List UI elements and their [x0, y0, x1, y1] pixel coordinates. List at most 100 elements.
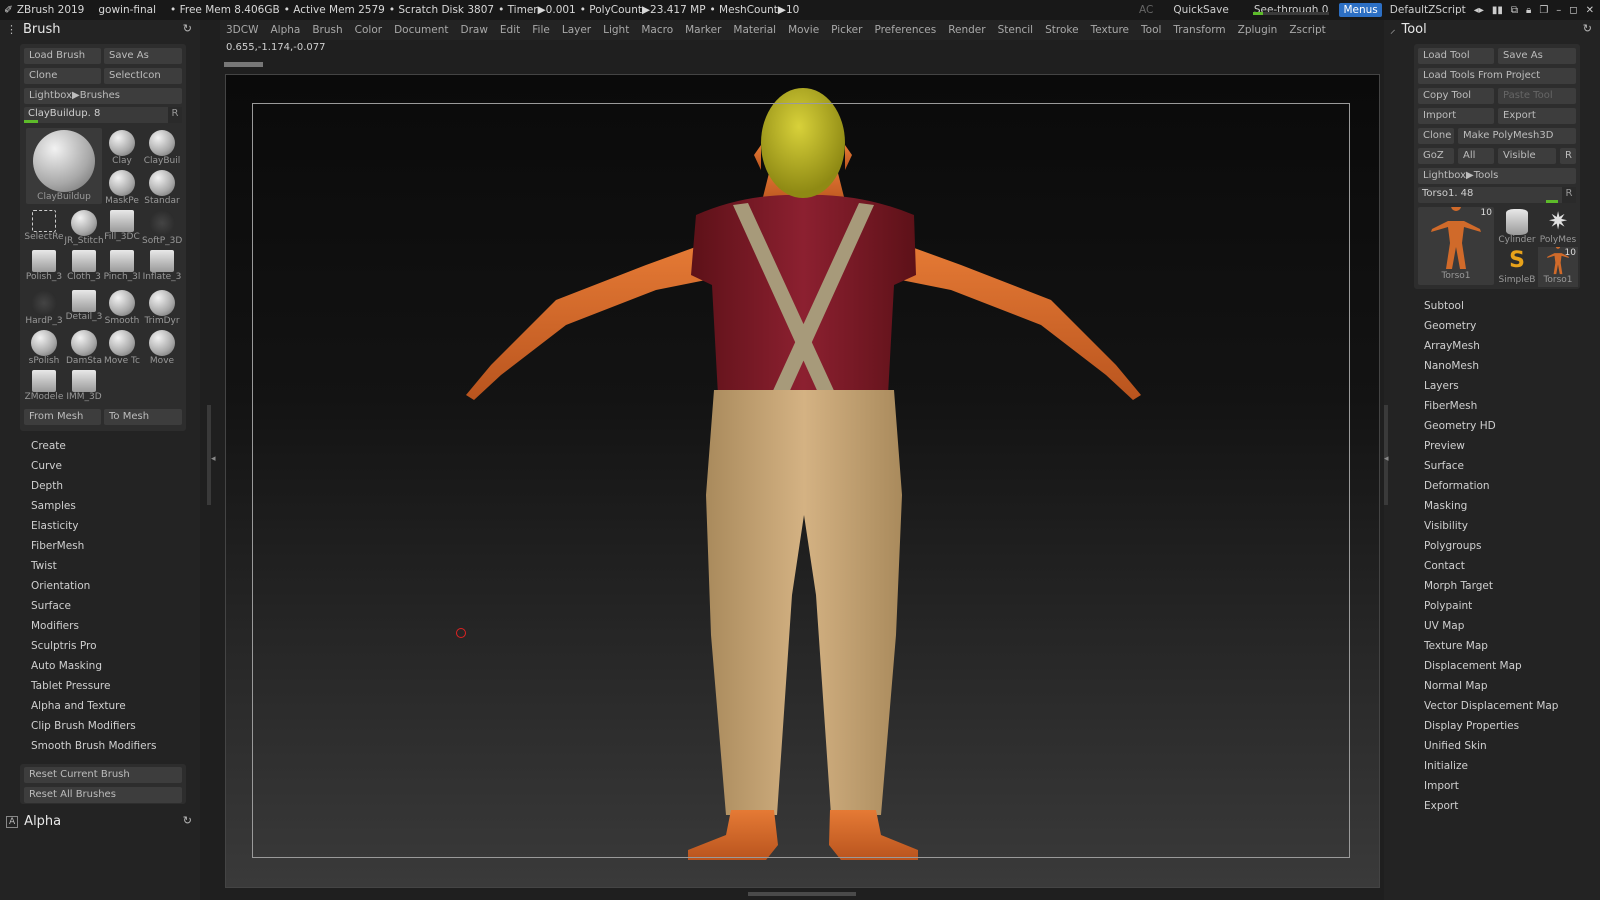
tool-menu-export-25[interactable]: Export	[1424, 800, 1458, 812]
tool-thumb-torso-small[interactable]: Torso1 10	[1538, 247, 1578, 287]
select-icon-button[interactable]: SelectIcon	[104, 68, 182, 84]
brush-menu-fibermesh[interactable]: FiberMesh	[31, 540, 84, 552]
tool-menu-normal-map-19[interactable]: Normal Map	[1424, 680, 1488, 692]
tool-menu-fibermesh-5[interactable]: FiberMesh	[1424, 400, 1477, 412]
tool-menu-geometry-1[interactable]: Geometry	[1424, 320, 1476, 332]
brush-thumb-2[interactable]: MaskPe	[102, 168, 142, 208]
tool-menu-morph-target-14[interactable]: Morph Target	[1424, 580, 1493, 592]
brush-thumb-4[interactable]: SelectRe	[24, 208, 64, 248]
brush-menu-orientation[interactable]: Orientation	[31, 580, 90, 592]
brush-thumb-11[interactable]: Inflate_3	[142, 248, 182, 288]
default-zscript-button[interactable]: DefaultZScript	[1390, 4, 1466, 16]
to-mesh-button[interactable]: To Mesh	[104, 409, 182, 425]
menu-picker[interactable]: Picker	[825, 24, 868, 36]
see-through-slider[interactable]: See-through 0	[1251, 4, 1332, 16]
tool-menu-layers-4[interactable]: Layers	[1424, 380, 1459, 392]
brush-menu-auto-masking[interactable]: Auto Masking	[31, 660, 102, 672]
brush-palette-header[interactable]: ⋮ Brush ↻	[0, 20, 200, 39]
load-tool-button[interactable]: Load Tool	[1418, 48, 1494, 64]
brush-menu-create[interactable]: Create	[31, 440, 66, 452]
menu-material[interactable]: Material	[727, 24, 782, 36]
tool-menu-displacement-map-18[interactable]: Displacement Map	[1424, 660, 1522, 672]
menu-document[interactable]: Document	[388, 24, 454, 36]
brush-thumb-7[interactable]: SoftP_3D	[142, 208, 182, 248]
brush-thumb-6[interactable]: Fill_3DC	[102, 208, 142, 248]
layout-arrows-icon[interactable]: ◂▸	[1474, 5, 1484, 16]
reset-current-brush-button[interactable]: Reset Current Brush	[24, 767, 182, 783]
quicksave-button[interactable]: QuickSave	[1173, 4, 1228, 16]
current-brush-thumb[interactable]: ClayBuildup	[26, 128, 102, 204]
goz-all-button[interactable]: All	[1458, 148, 1494, 164]
menu-zscript[interactable]: Zscript	[1283, 24, 1331, 36]
load-brush-button[interactable]: Load Brush	[24, 48, 101, 64]
brush-thumb-0[interactable]: Clay	[102, 128, 142, 168]
tool-menu-geometry-hd-6[interactable]: Geometry HD	[1424, 420, 1496, 432]
tool-menu-vector-displacement-map-20[interactable]: Vector Displacement Map	[1424, 700, 1558, 712]
brush-menu-smooth-brush-modifiers[interactable]: Smooth Brush Modifiers	[31, 740, 156, 752]
brush-menu-sculptris-pro[interactable]: Sculptris Pro	[31, 640, 97, 652]
brush-menu-samples[interactable]: Samples	[31, 500, 76, 512]
brush-thumb-3[interactable]: Standar	[142, 168, 182, 208]
tool-export-button[interactable]: Export	[1498, 108, 1576, 124]
brush-clone-button[interactable]: Clone	[24, 68, 101, 84]
tool-menu-masking-10[interactable]: Masking	[1424, 500, 1467, 512]
brush-menu-modifiers[interactable]: Modifiers	[31, 620, 79, 632]
brush-thumb-16[interactable]: sPolish	[24, 328, 64, 368]
menu-layer[interactable]: Layer	[556, 24, 597, 36]
bottom-tray-handle[interactable]	[748, 892, 856, 896]
tool-slider[interactable]: Torso1. 48 R	[1418, 187, 1576, 203]
load-tools-from-project-button[interactable]: Load Tools From Project	[1418, 68, 1576, 84]
brush-thumb-18[interactable]: Move Tc	[102, 328, 142, 368]
brush-thumb-13[interactable]: Detail_3	[64, 288, 104, 328]
alpha-refresh-icon[interactable]: ↻	[183, 814, 192, 827]
lightbox-brushes-button[interactable]: Lightbox▶Brushes	[24, 88, 182, 104]
brush-menu-alpha-and-texture[interactable]: Alpha and Texture	[31, 700, 126, 712]
tool-menu-initialize-23[interactable]: Initialize	[1424, 760, 1468, 772]
window-split-icon[interactable]: ⧉	[1511, 5, 1518, 16]
menu-stroke[interactable]: Stroke	[1039, 24, 1084, 36]
brush-thumb-5[interactable]: JR_Stitch	[64, 208, 104, 248]
refresh-icon[interactable]: ↻	[183, 22, 192, 35]
menu-light[interactable]: Light	[597, 24, 635, 36]
tool-save-as-button[interactable]: Save As	[1498, 48, 1576, 64]
brush-menu-tablet-pressure[interactable]: Tablet Pressure	[31, 680, 110, 692]
tool-menu-unified-skin-22[interactable]: Unified Skin	[1424, 740, 1487, 752]
tool-menu-nanomesh-3[interactable]: NanoMesh	[1424, 360, 1479, 372]
brush-thumb-21[interactable]: IMM_3D	[64, 368, 104, 408]
brush-thumb-19[interactable]: Move	[142, 328, 182, 368]
menus-toggle-button[interactable]: Menus	[1339, 3, 1382, 17]
tool-menu-display-properties-21[interactable]: Display Properties	[1424, 720, 1519, 732]
brush-thumb-15[interactable]: TrimDyr	[142, 288, 182, 328]
menu-color[interactable]: Color	[349, 24, 388, 36]
tool-thumb-polymesh[interactable]: ✷ PolyMes	[1538, 207, 1578, 247]
left-collapse-arrow-icon[interactable]: ◂	[211, 454, 216, 464]
menu-zplugin[interactable]: Zplugin	[1232, 24, 1284, 36]
tool-menu-surface-8[interactable]: Surface	[1424, 460, 1464, 472]
menu-file[interactable]: File	[526, 24, 556, 36]
menu-render[interactable]: Render	[942, 24, 991, 36]
from-mesh-button[interactable]: From Mesh	[24, 409, 101, 425]
menu-brush[interactable]: Brush	[306, 24, 348, 36]
restore-icon[interactable]: ❐	[1539, 5, 1548, 16]
brush-menu-clip-brush-modifiers[interactable]: Clip Brush Modifiers	[31, 720, 136, 732]
menu-draw[interactable]: Draw	[454, 24, 493, 36]
goz-visible-button[interactable]: Visible	[1498, 148, 1556, 164]
brush-menu-depth[interactable]: Depth	[31, 480, 63, 492]
menu-stencil[interactable]: Stencil	[992, 24, 1040, 36]
menu-preferences[interactable]: Preferences	[868, 24, 942, 36]
menu-alpha[interactable]: Alpha	[264, 24, 306, 36]
brush-menu-elasticity[interactable]: Elasticity	[31, 520, 79, 532]
brush-thumb-9[interactable]: Cloth_3	[64, 248, 104, 288]
maximize-icon[interactable]: ◻	[1569, 5, 1577, 16]
tool-menu-visibility-11[interactable]: Visibility	[1424, 520, 1468, 532]
reset-all-brushes-button[interactable]: Reset All Brushes	[24, 787, 182, 803]
brush-menu-curve[interactable]: Curve	[31, 460, 62, 472]
tool-clone-button[interactable]: Clone	[1418, 128, 1454, 144]
brush-menu-twist[interactable]: Twist	[31, 560, 57, 572]
close-icon[interactable]: ✕	[1586, 5, 1594, 16]
menu-transform[interactable]: Transform	[1167, 24, 1231, 36]
tool-menu-texture-map-17[interactable]: Texture Map	[1424, 640, 1488, 652]
menu-edit[interactable]: Edit	[494, 24, 526, 36]
tool-pin-icon[interactable]: ⸝	[1390, 22, 1396, 37]
tool-menu-deformation-9[interactable]: Deformation	[1424, 480, 1490, 492]
